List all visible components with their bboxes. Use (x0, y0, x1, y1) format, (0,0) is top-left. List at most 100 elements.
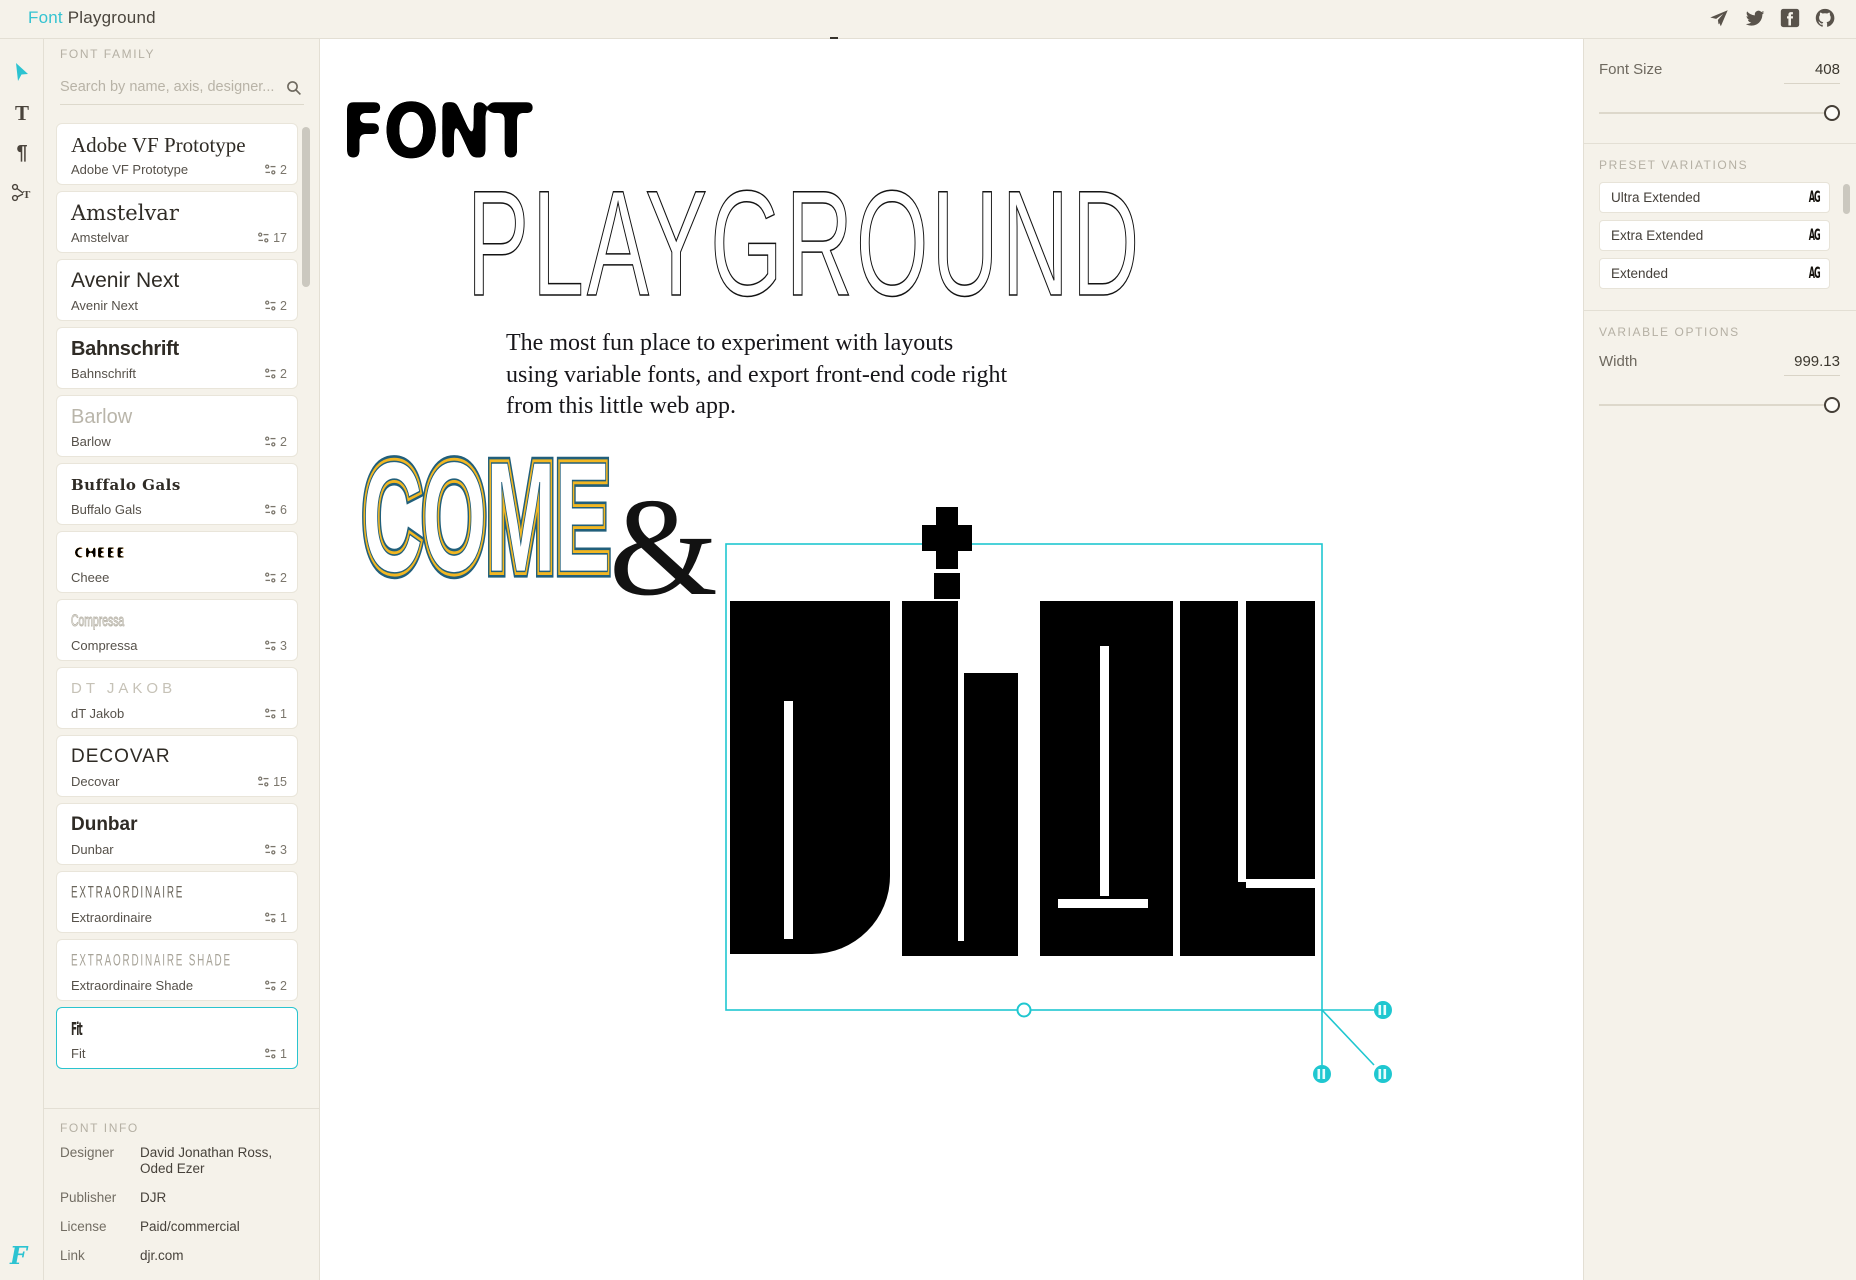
font-preview: Dunbar (71, 814, 138, 835)
info-label: Link (60, 1248, 85, 1263)
glyph-P (730, 601, 890, 954)
nav-tab[interactable] (830, 0, 838, 39)
font-card[interactable]: Amstelvar Amstelvar 17 (56, 191, 298, 253)
preset-preview-glyph: AG (1809, 226, 1821, 245)
font-axes-count: 3 (265, 843, 287, 857)
font-name: dT Jakob (71, 706, 125, 721)
twitter-icon[interactable] (1744, 7, 1766, 29)
github-icon[interactable] (1814, 7, 1836, 29)
width-label: Width (1599, 353, 1638, 370)
type-tool-icon[interactable]: T (0, 93, 44, 133)
font-card[interactable]: Compressa Compressa 3 (56, 599, 298, 661)
resize-handle-bottom[interactable] (1016, 1002, 1032, 1018)
info-value: David Jonathan Ross, Oded Ezer (140, 1145, 273, 1176)
canvas-text-playground[interactable]: PLAYGROUND (467, 167, 1142, 319)
font-family-panel: FONT FAMILY Adobe VF Prototype Adobe VF … (44, 39, 320, 1108)
font-axes-count: 2 (265, 367, 287, 381)
font-card[interactable]: EXTRAORDINAIRE Extraordinaire 1 (56, 871, 298, 933)
info-label: License (60, 1219, 107, 1234)
preset-card[interactable]: Ultra Extended AG (1599, 182, 1830, 213)
axes-count-icon (265, 572, 276, 583)
search-icon (287, 81, 301, 95)
font-preview: Buffalo Gals (71, 476, 181, 494)
font-card[interactable]: Avenir Next Avenir Next 2 (56, 259, 298, 321)
social-links (1708, 7, 1836, 29)
axes-count-icon (265, 640, 276, 651)
app-logo[interactable]: Font Playground (28, 8, 156, 28)
nav-tab[interactable] (868, 0, 876, 39)
width-slider[interactable] (1599, 397, 1840, 413)
font-name: Extraordinaire Shade (71, 978, 194, 993)
font-size-control: Font Size 408 (1584, 39, 1856, 143)
preset-variations-title: PRESET VARIATIONS (1599, 158, 1749, 172)
font-card[interactable]: Buffalo Gals Buffalo Gals 6 (56, 463, 298, 525)
design-canvas[interactable]: FONT PLAYGROUND The most fun place to ex… (321, 40, 1583, 1280)
canvas-selected-object-play[interactable] (700, 401, 1400, 1101)
preset-preview-glyph: AG (1809, 264, 1821, 283)
preset-preview-glyph: AG (1809, 188, 1821, 207)
transform-handle-down[interactable] (1313, 1065, 1331, 1083)
paper-plane-icon[interactable] (1708, 7, 1730, 29)
font-axes-count: 1 (265, 707, 287, 721)
info-value: DJR (140, 1190, 167, 1205)
font-name: Adobe VF Prototype (71, 162, 189, 177)
font-card[interactable]: DT JAKOB dT Jakob 1 (56, 667, 298, 729)
preset-label: Extended (1611, 266, 1669, 281)
font-info-row: Publisher DJR (60, 1190, 304, 1206)
font-name: Fit (71, 1046, 86, 1061)
font-preview: Compressa (71, 611, 125, 631)
font-card[interactable]: Barlow Barlow 2 (56, 395, 298, 457)
font-card[interactable]: Dunbar Dunbar 3 (56, 803, 298, 865)
axes-tool-icon[interactable]: T (0, 173, 44, 213)
facebook-icon[interactable] (1780, 8, 1800, 28)
width-slider-knob[interactable] (1824, 397, 1840, 413)
font-card[interactable]: EXTRAORDINAIRE SHADE Extraordinaire Shad… (56, 939, 298, 1001)
font-card[interactable]: Fit Fit 1 (56, 1007, 298, 1069)
font-list: Adobe VF Prototype Adobe VF Prototype 2 … (44, 123, 304, 1108)
preset-label: Ultra Extended (1611, 190, 1701, 205)
preset-list: Ultra Extended AG Extra Extended AG Exte… (1584, 182, 1856, 310)
axes-count-icon (265, 504, 276, 515)
font-info-rows: Designer David Jonathan Ross, Oded Ezer … (60, 1145, 304, 1277)
font-card[interactable]: CHEEE Cheee 2 (56, 531, 298, 593)
width-value[interactable]: 999.13 (1784, 353, 1840, 376)
font-axes-count: 2 (265, 979, 287, 993)
font-preview: EXTRAORDINAIRE SHADE (71, 952, 232, 970)
font-size-slider[interactable] (1599, 105, 1840, 121)
font-name: Bahnschrift (71, 366, 137, 381)
axes-count-icon (265, 1048, 276, 1059)
font-preview: Adobe VF Prototype (71, 133, 246, 157)
font-axes-count: 2 (265, 163, 287, 177)
font-preview: Avenir Next (71, 269, 180, 292)
nav-tab[interactable] (906, 0, 914, 39)
axes-count-icon (265, 912, 276, 923)
font-name: Cheee (71, 570, 110, 585)
font-size-slider-knob[interactable] (1824, 105, 1840, 121)
axes-count-icon (258, 232, 269, 243)
preset-scrollbar[interactable] (1843, 184, 1850, 214)
font-size-value[interactable]: 408 (1784, 61, 1840, 84)
font-size-label: Font Size (1599, 61, 1663, 78)
paragraph-tool-icon[interactable]: ¶ (0, 133, 44, 173)
font-list-scrollbar[interactable] (302, 127, 310, 287)
preset-label: Extra Extended (1611, 228, 1704, 243)
preset-card[interactable]: Extra Extended AG (1599, 220, 1830, 251)
font-axes-count: 1 (265, 1047, 287, 1061)
axes-count-icon (265, 164, 276, 175)
font-preview: DT JAKOB (71, 680, 177, 697)
cursor-tool-icon[interactable] (0, 53, 44, 93)
font-card[interactable]: DECOVAR Decovar 15 (56, 735, 298, 797)
search-input[interactable] (60, 71, 275, 104)
font-card[interactable]: Bahnschrift Bahnschrift 2 (56, 327, 298, 389)
preset-card[interactable]: Extended AG (1599, 258, 1830, 289)
brand-secondary: Playground (67, 8, 156, 27)
font-name: Decovar (71, 774, 120, 789)
font-card[interactable]: Adobe VF Prototype Adobe VF Prototype 2 (56, 123, 298, 185)
font-axes-count: 17 (258, 231, 287, 245)
axes-count-icon (265, 436, 276, 447)
fp-logo-glyph[interactable]: F (10, 1241, 27, 1270)
font-info-row: Link djr.com (60, 1248, 304, 1264)
main-nav (830, 0, 914, 39)
transform-handle-right[interactable] (1374, 1001, 1392, 1019)
transform-handle-diagonal[interactable] (1374, 1065, 1392, 1083)
